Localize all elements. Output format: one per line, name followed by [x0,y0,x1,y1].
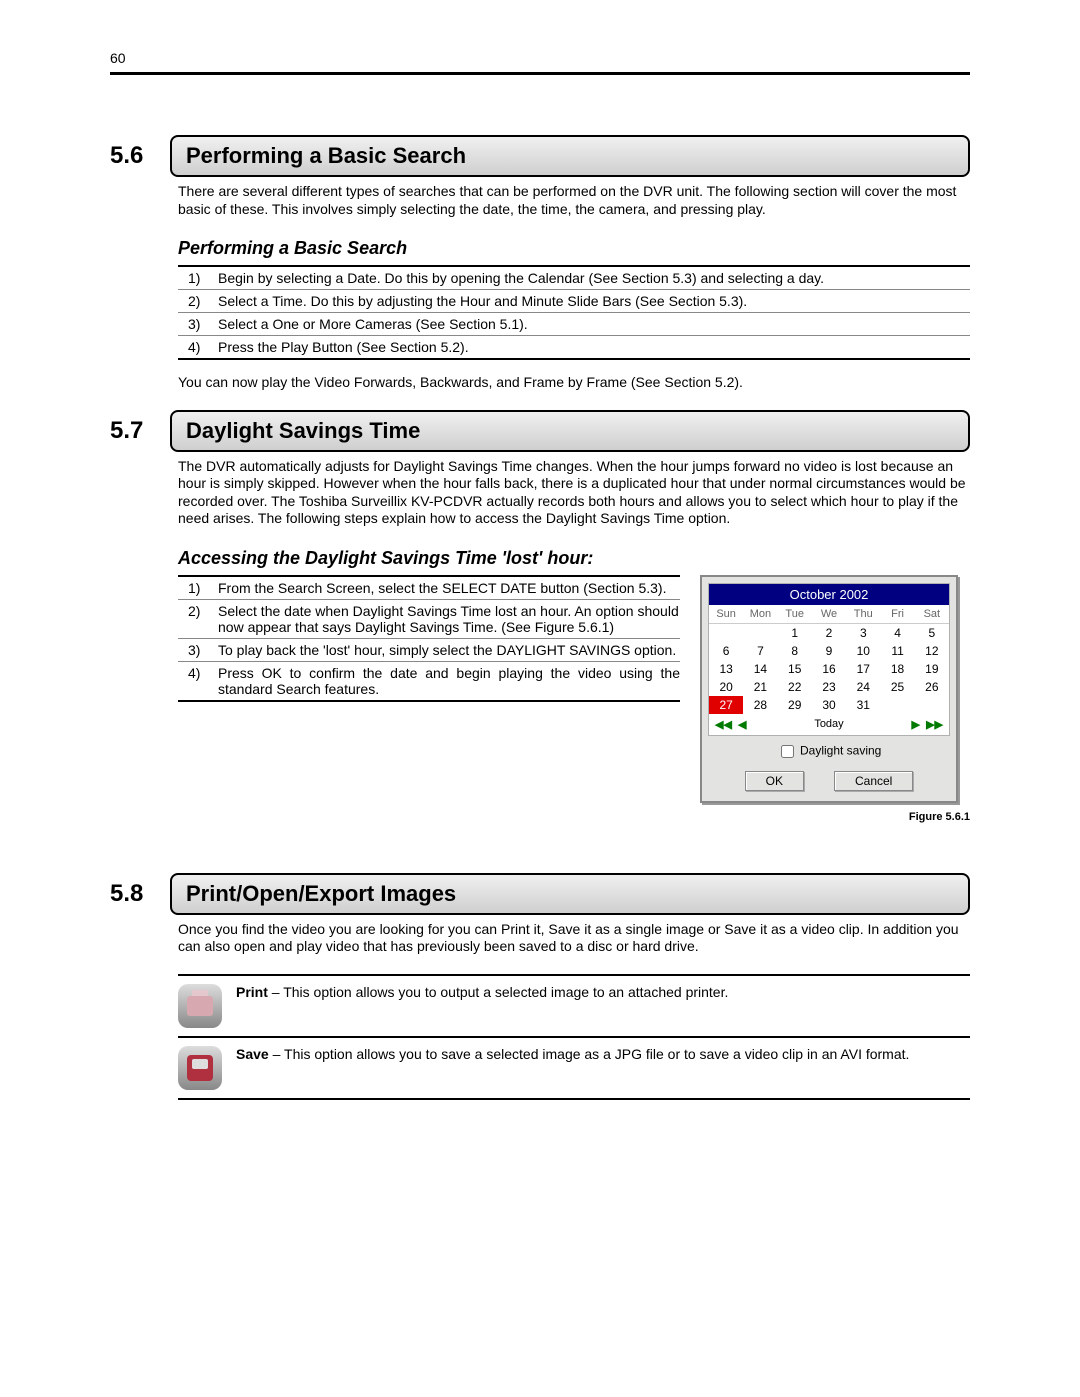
section-intro: Once you find the video you are looking … [178,921,970,956]
calendar-day[interactable]: 5 [915,624,949,642]
section-intro: The DVR automatically adjusts for Daylig… [178,458,970,528]
daylight-saving-checkbox[interactable] [781,745,794,758]
section-after: You can now play the Video Forwards, Bac… [178,374,970,392]
calendar-day[interactable]: 12 [915,642,949,660]
calendar-day[interactable]: 31 [846,696,880,714]
calendar-day[interactable]: 1 [778,624,812,642]
calendar-empty [915,696,949,714]
print-icon [178,984,222,1028]
calendar-day[interactable]: 23 [812,678,846,696]
next-year-icon[interactable]: ▶▶ [926,719,943,731]
calendar-day[interactable]: 30 [812,696,846,714]
prev-year-icon[interactable]: ◀◀ [715,719,732,731]
step: 3)To play back the 'lost' hour, simply s… [178,639,680,662]
calendar-day[interactable]: 7 [743,642,777,660]
calendar-day[interactable]: 28 [743,696,777,714]
calendar-day[interactable]: 21 [743,678,777,696]
calendar-day[interactable]: 14 [743,660,777,678]
steps-5-6: 1)Begin by selecting a Date. Do this by … [178,265,970,360]
calendar-day[interactable]: 10 [846,642,880,660]
calendar-dow: We [812,605,846,624]
steps-5-7: 1)From the Search Screen, select the SEL… [178,575,680,702]
section-header-5-7: 5.7 Daylight Savings Time [110,410,970,452]
section-header-5-8: 5.8 Print/Open/Export Images [110,873,970,915]
daylight-saving-label: Daylight saving [800,743,881,757]
step: 3)Select a One or More Cameras (See Sect… [178,313,970,336]
calendar-day[interactable]: 3 [846,624,880,642]
calendar-title: October 2002 [709,584,949,605]
subheading: Accessing the Daylight Savings Time 'los… [178,548,970,569]
cancel-button[interactable]: Cancel [834,771,913,791]
save-option: Save – This option allows you to save a … [178,1036,970,1100]
step: 1)From the Search Screen, select the SEL… [178,577,680,600]
section-header-5-6: 5.6 Performing a Basic Search [110,135,970,177]
subheading: Performing a Basic Search [178,238,970,259]
section-title: Print/Open/Export Images [170,873,970,915]
step: 2)Select a Time. Do this by adjusting th… [178,290,970,313]
calendar-day[interactable]: 13 [709,660,743,678]
prev-month-icon[interactable]: ◀ [738,719,746,731]
section-intro: There are several different types of sea… [178,183,970,218]
calendar-day[interactable]: 24 [846,678,880,696]
step: 1)Begin by selecting a Date. Do this by … [178,267,970,290]
calendar-day[interactable]: 6 [709,642,743,660]
calendar-day[interactable]: 27 [709,696,743,714]
print-option: Print – This option allows you to output… [178,974,970,1036]
page-rule [110,72,970,75]
calendar-empty [743,624,777,642]
calendar-day[interactable]: 20 [709,678,743,696]
step: 2)Select the date when Daylight Savings … [178,600,680,639]
step: 4)Press OK to confirm the date and begin… [178,662,680,702]
next-month-icon[interactable]: ▶ [911,719,919,731]
step: 4)Press the Play Button (See Section 5.2… [178,336,970,360]
calendar-day[interactable]: 26 [915,678,949,696]
calendar-day[interactable]: 16 [812,660,846,678]
calendar-day[interactable]: 18 [880,660,914,678]
calendar-dow: Sat [915,605,949,624]
calendar-dow: Sun [709,605,743,624]
calendar-dow: Thu [846,605,880,624]
today-button[interactable]: Today [814,718,843,730]
page-number: 60 [110,50,970,66]
calendar-dow: Fri [880,605,914,624]
section-number: 5.8 [110,873,170,915]
calendar-empty [880,696,914,714]
section-title: Daylight Savings Time [170,410,970,452]
calendar-day[interactable]: 11 [880,642,914,660]
calendar-day[interactable]: 25 [880,678,914,696]
section-title: Performing a Basic Search [170,135,970,177]
calendar-widget: October 2002 SunMonTueWeThuFriSat 123456… [700,575,958,803]
section-number: 5.7 [110,410,170,452]
calendar-day[interactable]: 2 [812,624,846,642]
section-number: 5.6 [110,135,170,177]
calendar-day[interactable]: 8 [778,642,812,660]
calendar-day[interactable]: 15 [778,660,812,678]
calendar-day[interactable]: 17 [846,660,880,678]
calendar-day[interactable]: 22 [778,678,812,696]
figure-label: Figure 5.6.1 [700,811,970,823]
calendar-day[interactable]: 29 [778,696,812,714]
calendar-day[interactable]: 4 [880,624,914,642]
calendar-empty [709,624,743,642]
calendar-dow: Mon [743,605,777,624]
calendar-day[interactable]: 19 [915,660,949,678]
calendar-dow: Tue [778,605,812,624]
ok-button[interactable]: OK [745,771,804,791]
save-icon [178,1046,222,1090]
calendar-day[interactable]: 9 [812,642,846,660]
